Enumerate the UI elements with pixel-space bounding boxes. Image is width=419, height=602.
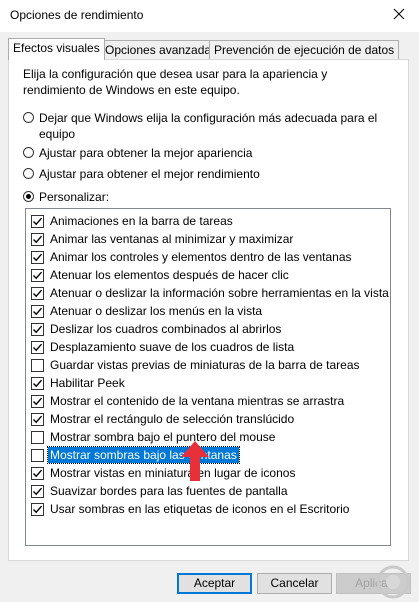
checkmark-icon bbox=[33, 487, 43, 496]
accept-button[interactable]: Aceptar bbox=[177, 573, 252, 594]
checkbox-checked[interactable] bbox=[31, 377, 44, 390]
checkbox-checked[interactable] bbox=[31, 413, 44, 426]
radio-label: Ajustar para obtener la mejor apariencia bbox=[39, 146, 253, 160]
effect-list-item[interactable]: Usar sombras en las etiquetas de iconos … bbox=[26, 500, 390, 518]
effect-list-item[interactable]: Suavizar bordes para las fuentes de pant… bbox=[26, 482, 390, 500]
checkmark-icon bbox=[33, 253, 43, 262]
radio-label: Dejar que Windows elija la configuración… bbox=[39, 111, 378, 141]
tab-efectos-visuales[interactable]: Efectos visuales bbox=[8, 38, 105, 60]
effect-list-item[interactable]: Mostrar el rectángulo de selección trans… bbox=[26, 410, 390, 428]
radio-label: Personalizar: bbox=[39, 190, 110, 204]
effect-label: Desplazamiento suave de los cuadros de l… bbox=[50, 340, 295, 354]
effect-label: Animar los controles y elementos dentro … bbox=[50, 250, 352, 264]
checkmark-icon bbox=[33, 325, 43, 334]
checkbox-checked[interactable] bbox=[31, 233, 44, 246]
effect-label: Suavizar bordes para las fuentes de pant… bbox=[50, 484, 288, 498]
logo-watermark-icon bbox=[376, 565, 410, 599]
effect-list-item[interactable]: Mostrar el contenido de la ventana mient… bbox=[26, 392, 390, 410]
checkmark-icon bbox=[33, 307, 43, 316]
effect-list-item[interactable]: Animar los controles y elementos dentro … bbox=[26, 248, 390, 266]
checkbox-checked[interactable] bbox=[31, 395, 44, 408]
effect-list-item[interactable]: Animar las ventanas al minimizar y maxim… bbox=[26, 230, 390, 248]
checkbox-checked[interactable] bbox=[31, 323, 44, 336]
effect-label: Guardar vistas previas de miniaturas de … bbox=[50, 358, 360, 372]
effect-list-item[interactable]: Animaciones en la barra de tareas bbox=[26, 212, 390, 230]
checkmark-icon bbox=[33, 505, 43, 514]
radio-button[interactable] bbox=[23, 168, 34, 179]
checkmark-icon bbox=[33, 343, 43, 352]
checkbox-checked[interactable] bbox=[31, 485, 44, 498]
checkbox-checked[interactable] bbox=[31, 269, 44, 282]
effect-list-item[interactable]: Habilitar Peek bbox=[26, 374, 390, 392]
checkbox-checked[interactable] bbox=[31, 503, 44, 516]
title-bar: Opciones de rendimiento bbox=[0, 0, 419, 32]
effect-label: Animar las ventanas al minimizar y maxim… bbox=[50, 232, 294, 246]
effects-list[interactable]: Animaciones en la barra de tareas Animar … bbox=[25, 208, 391, 546]
tab-prevencion-ejecucion-datos[interactable]: Prevención de ejecución de datos bbox=[209, 40, 400, 59]
checkbox-checked[interactable] bbox=[31, 467, 44, 480]
effect-list-item[interactable]: Guardar vistas previas de miniaturas de … bbox=[26, 356, 390, 374]
effect-label: Mostrar sombras bajo las ventanas bbox=[47, 446, 240, 464]
effect-list-item[interactable]: Atenuar los elementos después de hacer c… bbox=[26, 266, 390, 284]
effect-label: Deslizar los cuadros combinados al abrir… bbox=[50, 322, 282, 336]
radio-label: Ajustar para obtener el mejor rendimient… bbox=[39, 167, 260, 181]
checkbox-checked[interactable] bbox=[31, 215, 44, 228]
checkbox-unchecked[interactable] bbox=[31, 449, 44, 462]
effect-list-item[interactable]: Atenuar o deslizar la información sobre … bbox=[26, 284, 390, 302]
radio-button[interactable] bbox=[23, 191, 34, 202]
checkbox-checked[interactable] bbox=[31, 287, 44, 300]
effect-list-item[interactable]: Deslizar los cuadros combinados al abrir… bbox=[26, 320, 390, 338]
checkbox-checked[interactable] bbox=[31, 305, 44, 318]
checkmark-icon bbox=[33, 271, 43, 280]
radio-button[interactable] bbox=[23, 147, 34, 158]
checkmark-icon bbox=[33, 397, 43, 406]
intro-text: Elija la configuración que desea usar pa… bbox=[23, 67, 328, 97]
close-icon[interactable] bbox=[391, 6, 407, 22]
cancel-button[interactable]: Cancelar bbox=[257, 573, 332, 594]
tab-opciones-avanzadas[interactable]: Opciones avanzadas bbox=[100, 40, 223, 59]
effect-label: Usar sombras en las etiquetas de iconos … bbox=[50, 502, 350, 516]
radio-button[interactable] bbox=[23, 112, 34, 123]
effect-label: Atenuar los elementos después de hacer c… bbox=[50, 268, 289, 282]
checkbox-unchecked[interactable] bbox=[31, 359, 44, 372]
red-arrow-annotation-icon bbox=[181, 441, 209, 481]
effect-label: Habilitar Peek bbox=[50, 376, 125, 390]
checkmark-icon bbox=[33, 235, 43, 244]
checkbox-checked[interactable] bbox=[31, 251, 44, 264]
effect-list-item[interactable]: Atenuar o deslizar los menús en la vista bbox=[26, 302, 390, 320]
effect-label: Mostrar sombra bajo el puntero del mouse bbox=[50, 430, 276, 444]
effect-label: Mostrar vistas en miniatura en lugar de … bbox=[50, 466, 296, 480]
checkmark-icon bbox=[33, 217, 43, 226]
checkmark-icon bbox=[33, 289, 43, 298]
effect-label: Mostrar el rectángulo de selección trans… bbox=[50, 412, 295, 426]
checkmark-icon bbox=[33, 415, 43, 424]
effect-label: Mostrar el contenido de la ventana mient… bbox=[50, 394, 345, 408]
checkbox-unchecked[interactable] bbox=[31, 431, 44, 444]
checkmark-icon bbox=[33, 469, 43, 478]
effect-label: Atenuar o deslizar los menús en la vista bbox=[50, 304, 263, 318]
effect-label: Atenuar o deslizar la información sobre … bbox=[50, 286, 389, 300]
checkbox-checked[interactable] bbox=[31, 341, 44, 354]
window-title: Opciones de rendimiento bbox=[10, 8, 144, 22]
checkmark-icon bbox=[33, 379, 43, 388]
effect-label: Animaciones en la barra de tareas bbox=[50, 214, 233, 228]
effect-list-item[interactable]: Desplazamiento suave de los cuadros de l… bbox=[26, 338, 390, 356]
visual-effects-panel: Elija la configuración que desea usar pa… bbox=[8, 59, 409, 561]
